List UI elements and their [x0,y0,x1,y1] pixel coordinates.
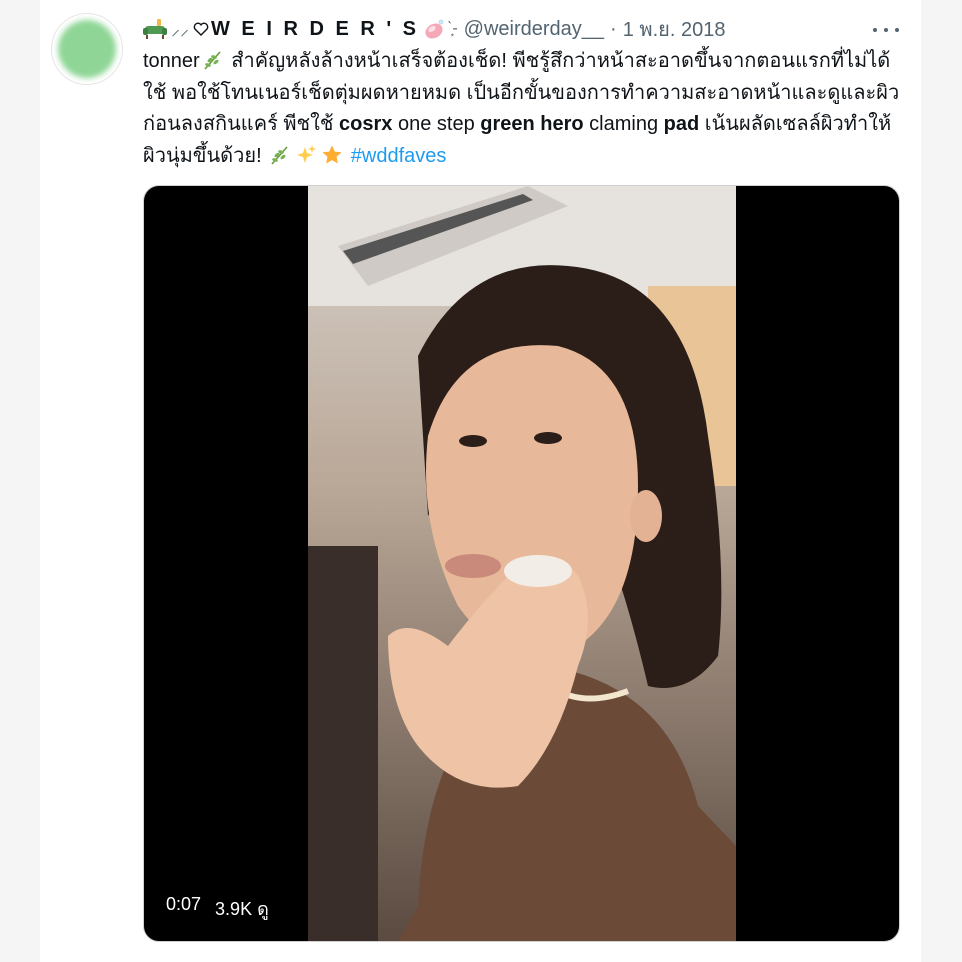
text-part: one step [392,113,481,135]
brand-text: cosrx [339,113,393,135]
soap-icon [425,19,444,39]
handle[interactable]: @weirderday__ [464,18,604,41]
tweet-header: ⸝⸝ W E I R D E R ' S ˋ͙- @weirderday__ ·… [143,15,725,43]
herb-icon [204,51,221,70]
star-icon [322,145,342,163]
avatar-image [58,20,116,78]
video-overlay: 0:07 3.9K ดู [166,894,269,923]
video-frame[interactable] [308,186,736,942]
tweet-text: tonner สำคัญหลังล้างหน้าเสร็จต้องเช็ด! พ… [143,46,903,172]
video-player[interactable]: 0:07 3.9K ดู [143,185,900,942]
text-part: claming [583,113,664,135]
separator-dot: · [610,17,617,40]
tweet-date[interactable]: 1 พ.ย. 2018 [623,13,726,45]
display-name[interactable]: W E I R D E R ' S [211,18,419,41]
name-suffix: ˋ͙- [447,20,458,37]
sofa-icon [143,19,167,39]
avatar[interactable] [51,13,123,85]
hashtag-link[interactable]: #wddfaves [351,145,447,167]
product-text: green hero [480,113,584,135]
herb-icon [271,145,288,165]
name-prefix: ⸝⸝ [171,19,189,39]
text-part: tonner [143,50,200,72]
sparkles-icon [297,144,317,163]
video-time: 0:07 [166,894,202,914]
heart-icon [193,22,209,36]
pad-text: pad [663,113,700,135]
view-count: 3.9K ดู [215,899,269,919]
more-button[interactable] [873,20,899,40]
more-icon [873,28,877,32]
